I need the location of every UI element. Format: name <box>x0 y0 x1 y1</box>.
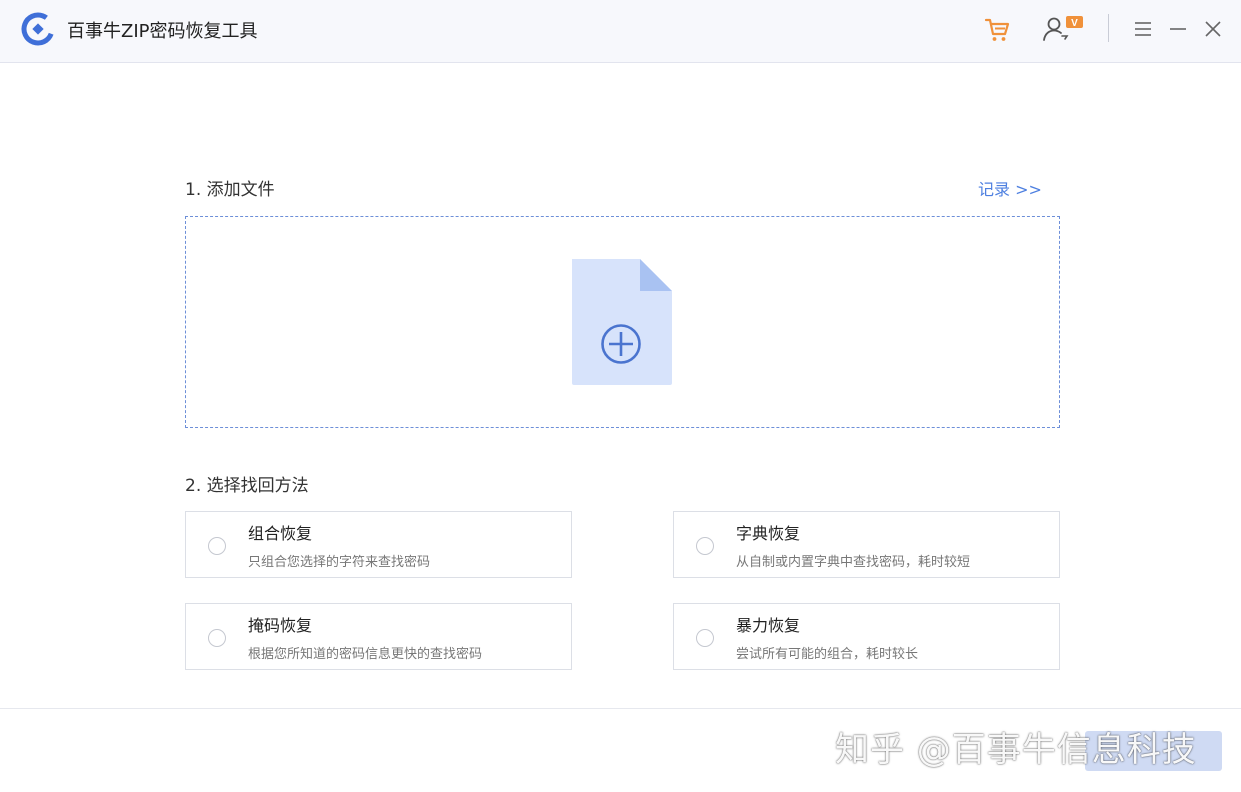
minimize-button[interactable] <box>1166 12 1190 46</box>
option-title: 暴力恢复 <box>736 616 801 635</box>
history-link[interactable]: 记录 >> <box>978 176 1042 200</box>
account-vip-icon: V <box>1043 16 1083 41</box>
watermark-text: 知乎 @百事牛信息科技 <box>835 730 1197 770</box>
title-bar: 百事牛ZIP密码恢复工具 V <box>0 0 1241 63</box>
file-drop-zone[interactable] <box>185 216 1060 428</box>
app-logo-icon <box>21 12 55 46</box>
radio-button[interactable] <box>208 537 226 555</box>
step2-title: 2. 选择找回方法 <box>185 476 309 496</box>
radio-button[interactable] <box>696 629 714 647</box>
option-dictionary-recovery[interactable]: 字典恢复 从自制或内置字典中查找密码，耗时较短 <box>673 511 1060 578</box>
app-title: 百事牛ZIP密码恢复工具 <box>67 21 258 42</box>
footer-divider <box>0 708 1241 709</box>
close-icon <box>1205 21 1221 37</box>
vip-badge: V <box>1071 18 1078 29</box>
option-description: 尝试所有可能的组合，耗时较长 <box>736 647 919 662</box>
option-title: 组合恢复 <box>248 524 313 543</box>
option-combination-recovery[interactable]: 组合恢复 只组合您选择的字符来查找密码 <box>185 511 572 578</box>
menu-button[interactable] <box>1131 12 1155 46</box>
option-description: 根据您所知道的密码信息更快的查找密码 <box>248 647 483 662</box>
radio-button[interactable] <box>696 537 714 555</box>
step1-title: 1. 添加文件 <box>185 180 275 200</box>
option-description: 只组合您选择的字符来查找密码 <box>248 555 431 570</box>
option-description: 从自制或内置字典中查找密码，耗时较短 <box>736 555 971 570</box>
radio-button[interactable] <box>208 629 226 647</box>
minimize-icon <box>1170 28 1186 30</box>
cart-icon <box>984 18 1010 41</box>
close-button[interactable] <box>1201 12 1225 46</box>
option-mask-recovery[interactable]: 掩码恢复 根据您所知道的密码信息更快的查找密码 <box>185 603 572 670</box>
option-title: 掩码恢复 <box>248 616 313 635</box>
account-button[interactable]: V <box>1040 12 1086 46</box>
option-brute-force-recovery[interactable]: 暴力恢复 尝试所有可能的组合，耗时较长 <box>673 603 1060 670</box>
option-title: 字典恢复 <box>736 524 801 543</box>
toolbar-divider <box>1108 14 1109 42</box>
menu-icon <box>1135 22 1151 36</box>
add-file-icon <box>572 259 672 385</box>
cart-button[interactable] <box>980 12 1014 46</box>
